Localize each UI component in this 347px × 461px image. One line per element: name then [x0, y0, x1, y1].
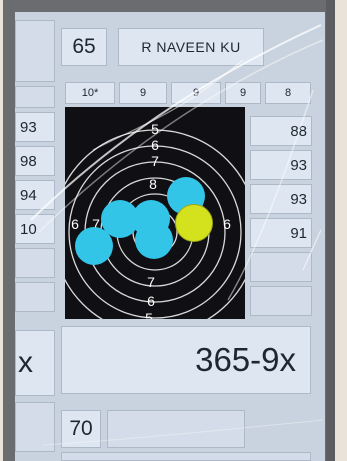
ring-number: 5 — [151, 121, 159, 137]
left-tick-cell — [15, 86, 55, 108]
total-score: 365-9x — [61, 326, 311, 394]
series-score: 88 — [250, 116, 312, 146]
ring-number: 6 — [223, 216, 231, 232]
series-score: 93 — [250, 150, 312, 180]
shooter-name: R NAVEEN KU — [118, 28, 264, 66]
shot-marker — [135, 221, 173, 259]
shot-marker — [75, 227, 113, 265]
ring-number: 6 — [147, 293, 155, 309]
series-score: 93 — [250, 184, 312, 214]
left-series-score: 10 — [15, 214, 55, 244]
left-series-score: 94 — [15, 180, 55, 210]
next-lane-number: 70 — [61, 410, 101, 448]
empty-series-cell — [250, 286, 312, 316]
ring-number: 6 — [71, 216, 79, 232]
left-bottom-cell — [15, 402, 55, 452]
last-shot-marker — [175, 204, 213, 242]
score-tick: 9 — [119, 82, 167, 104]
score-tick: 9 — [225, 82, 261, 104]
score-tick: 9 — [171, 82, 221, 104]
score-tick: 8 — [265, 82, 311, 104]
left-empty-cell — [15, 248, 55, 278]
next-lane-row-cell — [61, 452, 311, 461]
series-score: 91 — [250, 218, 312, 248]
scoring-screen: 93 98 94 10 x 65 R NAVEEN KU 10* 9 9 9 8 — [3, 12, 335, 461]
left-total-partial: x — [15, 330, 55, 396]
left-series-score: 98 — [15, 146, 55, 176]
monitor-bezel — [326, 0, 335, 461]
empty-series-cell — [250, 252, 312, 282]
ring-number: 8 — [149, 176, 157, 192]
left-empty-cell — [15, 282, 55, 312]
ring-number: 7 — [151, 153, 159, 169]
ring-number: 7 — [147, 274, 155, 290]
left-header-cell — [15, 20, 55, 82]
next-lane-name-cell — [107, 410, 245, 448]
lane-number: 65 — [61, 28, 107, 66]
ring-number: 6 — [151, 137, 159, 153]
ring-number: 5 — [145, 310, 153, 319]
left-series-score: 93 — [15, 112, 55, 142]
monitor: 93 98 94 10 x 65 R NAVEEN KU 10* 9 9 9 8 — [3, 0, 335, 461]
score-tick: 10* — [65, 82, 115, 104]
